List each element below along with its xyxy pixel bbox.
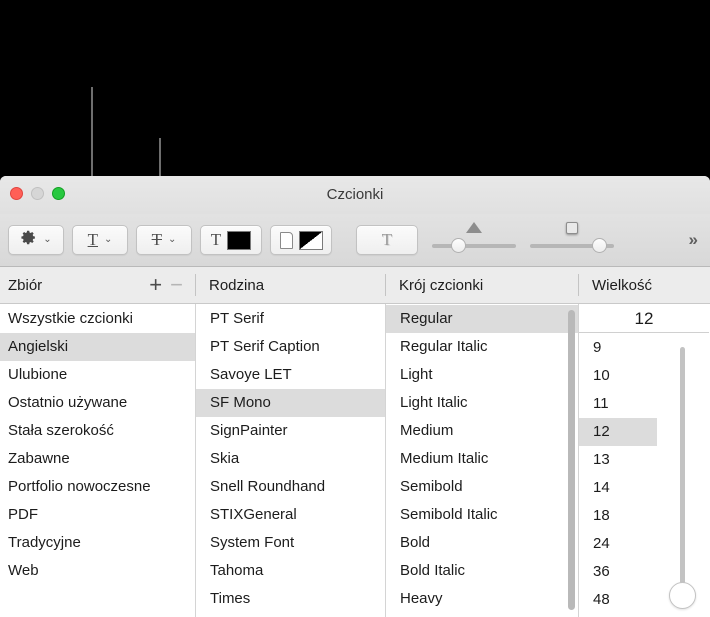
column-header-size-label: Wielkość bbox=[592, 276, 653, 294]
underline-button[interactable]: T ⌄ bbox=[72, 225, 128, 255]
list-item[interactable]: Web bbox=[0, 557, 195, 585]
typeface-list: Regular Regular Italic Light Light Italic Me… bbox=[386, 304, 578, 613]
list-item[interactable]: PT Serif bbox=[196, 305, 385, 333]
column-header-typeface: Krój czcionki bbox=[385, 267, 578, 303]
list-item[interactable]: System Font bbox=[196, 529, 385, 557]
list-item[interactable]: PT Serif Caption bbox=[196, 333, 385, 361]
list-item[interactable]: Bold Italic bbox=[386, 557, 578, 585]
column-header-collection: Zbiór + − bbox=[0, 267, 195, 303]
strikethrough-icon: T bbox=[151, 230, 162, 249]
list-item[interactable]: Bold bbox=[386, 529, 578, 557]
list-item[interactable]: Portfolio nowoczesne bbox=[0, 473, 195, 501]
list-item[interactable]: Ulubione bbox=[0, 361, 195, 389]
list-item[interactable]: Semibold Italic bbox=[386, 501, 578, 529]
size-pane: 12 9 10 11 12 13 14 18 24 36 48 bbox=[578, 304, 709, 617]
list-item[interactable]: STIXGeneral bbox=[196, 501, 385, 529]
text-color-swatch bbox=[227, 230, 252, 250]
column-header-typeface-label: Krój czcionki bbox=[399, 276, 484, 294]
page-title: Czcionki bbox=[326, 186, 384, 203]
chevron-down-icon: ⌄ bbox=[43, 234, 52, 245]
list-item[interactable]: Medium bbox=[386, 417, 578, 445]
strikethrough-button[interactable]: T ⌄ bbox=[136, 225, 192, 255]
family-list: PT Serif PT Serif Caption Savoye LET SF Mon… bbox=[196, 304, 385, 613]
family-list-pane: PT Serif PT Serif Caption Savoye LET SF Mon… bbox=[195, 304, 385, 617]
collection-list-pane: Wszystkie czcionki Angielski Ulubione Ostat… bbox=[0, 304, 195, 617]
fonts-window: Czcionki ⌄ T ⌄ T ⌄ T T » Zbiór + − Rodzi… bbox=[0, 176, 710, 617]
chevron-down-icon: ⌄ bbox=[104, 234, 113, 245]
size-body: 9 10 11 12 13 14 18 24 36 48 bbox=[579, 333, 709, 617]
square-icon bbox=[566, 222, 578, 234]
toolbar: ⌄ T ⌄ T ⌄ T T » bbox=[0, 214, 710, 267]
document-color-button[interactable] bbox=[270, 225, 332, 255]
gear-icon bbox=[20, 229, 37, 251]
action-menu-button[interactable]: ⌄ bbox=[8, 225, 64, 255]
column-header-bar: Zbiór + − Rodzina Krój czcionki Wielkość bbox=[0, 267, 710, 304]
list-item[interactable]: Skia bbox=[196, 445, 385, 473]
list-item[interactable]: Semibold bbox=[386, 473, 578, 501]
column-header-family: Rodzina bbox=[195, 267, 385, 303]
list-item[interactable]: Angielski bbox=[0, 333, 195, 361]
typeface-list-pane: Regular Regular Italic Light Light Italic Me… bbox=[385, 304, 578, 617]
typeface-scrollbar[interactable] bbox=[568, 310, 575, 610]
column-header-collection-label: Zbiór bbox=[8, 276, 43, 294]
shadow-icon: T bbox=[381, 230, 393, 249]
chevron-down-icon: ⌄ bbox=[168, 234, 177, 245]
slider-track bbox=[432, 244, 516, 248]
font-panel-columns: Wszystkie czcionki Angielski Ulubione Ostat… bbox=[0, 304, 710, 617]
list-item[interactable]: Tradycyjne bbox=[0, 529, 195, 557]
list-item[interactable]: Light bbox=[386, 361, 578, 389]
list-item[interactable]: Zabawne bbox=[0, 445, 195, 473]
shadow-blur-slider[interactable] bbox=[530, 222, 614, 257]
text-color-icon: T bbox=[210, 230, 222, 249]
title-bar: Czcionki bbox=[0, 176, 710, 214]
shadow-opacity-slider[interactable] bbox=[432, 222, 516, 257]
list-item[interactable]: Light Italic bbox=[386, 389, 578, 417]
list-item[interactable]: Regular Italic bbox=[386, 333, 578, 361]
document-color-swatch bbox=[298, 230, 323, 250]
list-item[interactable]: Medium Italic bbox=[386, 445, 578, 473]
list-item[interactable]: Regular bbox=[386, 305, 578, 333]
slider-thumb[interactable] bbox=[592, 238, 607, 253]
list-item[interactable]: SF Mono bbox=[196, 389, 385, 417]
size-slider[interactable] bbox=[669, 347, 696, 617]
list-item[interactable]: Snell Roundhand bbox=[196, 473, 385, 501]
collection-list: Wszystkie czcionki Angielski Ulubione Ostat… bbox=[0, 304, 195, 585]
list-item[interactable]: Savoye LET bbox=[196, 361, 385, 389]
size-input[interactable]: 12 bbox=[579, 304, 709, 333]
remove-collection-button[interactable]: − bbox=[170, 274, 183, 296]
slider-thumb[interactable] bbox=[451, 238, 466, 253]
list-item[interactable]: Heavy bbox=[386, 585, 578, 613]
list-item[interactable]: Wszystkie czcionki bbox=[0, 305, 195, 333]
underline-icon: T bbox=[87, 230, 98, 249]
size-slider-track-upper bbox=[680, 347, 685, 584]
screenshot-root: Czcionki ⌄ T ⌄ T ⌄ T T » Zbiór + − Rodzi… bbox=[0, 0, 710, 617]
list-item[interactable]: Stała szerokość bbox=[0, 417, 195, 445]
size-slider-thumb[interactable] bbox=[669, 582, 696, 609]
list-item[interactable]: Ostatnio używane bbox=[0, 389, 195, 417]
triangle-icon bbox=[466, 222, 482, 233]
column-header-family-label: Rodzina bbox=[209, 276, 265, 294]
list-item[interactable]: PDF bbox=[0, 501, 195, 529]
list-item[interactable]: 12 bbox=[579, 418, 657, 446]
document-icon bbox=[279, 231, 293, 249]
collection-add-remove-group: + − bbox=[149, 274, 195, 296]
toolbar-overflow-button[interactable]: » bbox=[689, 230, 702, 250]
list-item[interactable]: Tahoma bbox=[196, 557, 385, 585]
add-collection-button[interactable]: + bbox=[149, 274, 162, 296]
text-color-button[interactable]: T bbox=[200, 225, 262, 255]
list-item[interactable]: SignPainter bbox=[196, 417, 385, 445]
list-item[interactable]: Times bbox=[196, 585, 385, 613]
text-shadow-button[interactable]: T bbox=[356, 225, 418, 255]
column-header-size: Wielkość bbox=[578, 267, 710, 303]
